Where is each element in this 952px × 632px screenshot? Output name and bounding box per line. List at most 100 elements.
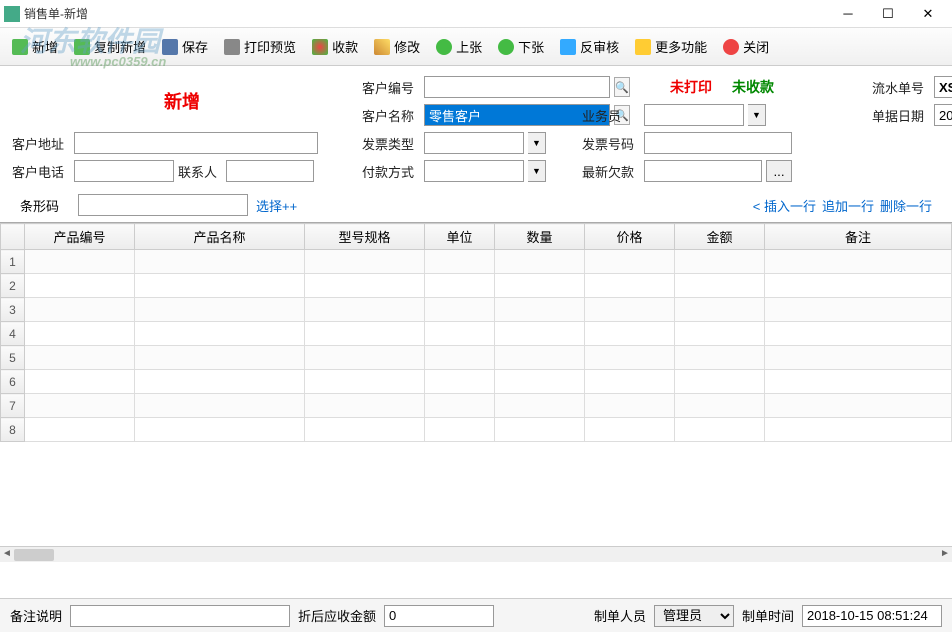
select-link[interactable]: 选择++	[256, 196, 297, 215]
table-row[interactable]: 3	[1, 298, 952, 322]
col-remark[interactable]: 备注	[765, 224, 952, 250]
cell[interactable]	[425, 298, 495, 322]
cell[interactable]	[585, 298, 675, 322]
cell[interactable]	[495, 274, 585, 298]
cell[interactable]	[305, 370, 425, 394]
delete-row-button[interactable]: 删除一行	[880, 196, 932, 215]
cell[interactable]	[765, 418, 952, 442]
cell[interactable]	[135, 250, 305, 274]
contact-input[interactable]	[226, 160, 314, 182]
pay-method-input[interactable]	[424, 160, 524, 182]
cell[interactable]	[585, 250, 675, 274]
col-product-code[interactable]: 产品编号	[25, 224, 135, 250]
cell[interactable]	[425, 418, 495, 442]
cell[interactable]	[135, 346, 305, 370]
col-amount[interactable]: 金额	[675, 224, 765, 250]
cell[interactable]	[675, 250, 765, 274]
col-spec[interactable]: 型号规格	[305, 224, 425, 250]
table-row[interactable]: 1	[1, 250, 952, 274]
table-row[interactable]: 7	[1, 394, 952, 418]
cell[interactable]	[25, 250, 135, 274]
scroll-right-arrow[interactable]: ►	[938, 547, 952, 562]
cell[interactable]	[585, 394, 675, 418]
next-button[interactable]: 下张	[492, 34, 550, 59]
product-grid[interactable]: 产品编号 产品名称 型号规格 单位 数量 价格 金额 备注 12345678	[0, 223, 952, 442]
salesman-dropdown[interactable]: ▼	[748, 104, 766, 126]
table-row[interactable]: 8	[1, 418, 952, 442]
append-row-button[interactable]: 追加一行	[822, 196, 874, 215]
cell[interactable]	[675, 394, 765, 418]
close-window-button[interactable]: ✕	[908, 2, 948, 26]
cell[interactable]	[585, 418, 675, 442]
cell[interactable]	[585, 370, 675, 394]
col-qty[interactable]: 数量	[495, 224, 585, 250]
cell[interactable]	[585, 346, 675, 370]
col-unit[interactable]: 单位	[425, 224, 495, 250]
barcode-input[interactable]	[78, 194, 248, 216]
cell[interactable]	[425, 274, 495, 298]
cell[interactable]	[675, 346, 765, 370]
cell[interactable]	[495, 418, 585, 442]
unreview-button[interactable]: 反审核	[554, 34, 625, 59]
cell[interactable]	[675, 418, 765, 442]
save-button[interactable]: 保存	[156, 34, 214, 59]
cell[interactable]	[675, 298, 765, 322]
cell[interactable]	[425, 250, 495, 274]
cell[interactable]	[495, 394, 585, 418]
customer-addr-input[interactable]	[74, 132, 318, 154]
modify-button[interactable]: 修改	[368, 34, 426, 59]
cell[interactable]	[305, 274, 425, 298]
cell[interactable]	[305, 298, 425, 322]
col-price[interactable]: 价格	[585, 224, 675, 250]
prev-button[interactable]: 上张	[430, 34, 488, 59]
collect-button[interactable]: 收款	[306, 34, 364, 59]
table-row[interactable]: 6	[1, 370, 952, 394]
cell[interactable]	[25, 370, 135, 394]
col-product-name[interactable]: 产品名称	[135, 224, 305, 250]
cell[interactable]	[425, 394, 495, 418]
cell[interactable]	[305, 322, 425, 346]
scroll-thumb[interactable]	[14, 549, 54, 561]
remark-input[interactable]	[70, 605, 290, 627]
cell[interactable]	[135, 322, 305, 346]
scroll-left-arrow[interactable]: ◄	[0, 547, 14, 562]
horizontal-scrollbar[interactable]: ◄ ►	[0, 546, 952, 562]
cell[interactable]	[675, 370, 765, 394]
cell[interactable]	[765, 346, 952, 370]
cell[interactable]	[495, 322, 585, 346]
table-row[interactable]: 5	[1, 346, 952, 370]
cell[interactable]	[25, 346, 135, 370]
serial-input[interactable]	[934, 76, 952, 98]
cell[interactable]	[765, 250, 952, 274]
print-preview-button[interactable]: 打印预览	[218, 34, 302, 59]
cell[interactable]	[765, 322, 952, 346]
cell[interactable]	[25, 418, 135, 442]
doc-date-input[interactable]	[934, 104, 952, 126]
cell[interactable]	[135, 274, 305, 298]
minimize-button[interactable]: ─	[828, 2, 868, 26]
cell[interactable]	[305, 250, 425, 274]
discount-amount-input[interactable]	[384, 605, 494, 627]
cell[interactable]	[305, 394, 425, 418]
cell[interactable]	[25, 298, 135, 322]
pay-method-dropdown[interactable]: ▼	[528, 160, 546, 182]
maximize-button[interactable]: ☐	[868, 2, 908, 26]
latest-debt-input[interactable]	[644, 160, 762, 182]
table-row[interactable]: 4	[1, 322, 952, 346]
cell[interactable]	[495, 370, 585, 394]
cell[interactable]	[135, 394, 305, 418]
cell[interactable]	[765, 370, 952, 394]
cell[interactable]	[675, 274, 765, 298]
cell[interactable]	[495, 250, 585, 274]
make-time-input[interactable]	[802, 605, 942, 627]
cell[interactable]	[765, 298, 952, 322]
cell[interactable]	[25, 274, 135, 298]
invoice-type-dropdown[interactable]: ▼	[528, 132, 546, 154]
salesman-input[interactable]	[644, 104, 744, 126]
customer-phone-input[interactable]	[74, 160, 174, 182]
more-button[interactable]: 更多功能	[629, 34, 713, 59]
new-button[interactable]: 新增	[6, 34, 64, 59]
cell[interactable]	[305, 346, 425, 370]
cell[interactable]	[765, 394, 952, 418]
cell[interactable]	[495, 298, 585, 322]
